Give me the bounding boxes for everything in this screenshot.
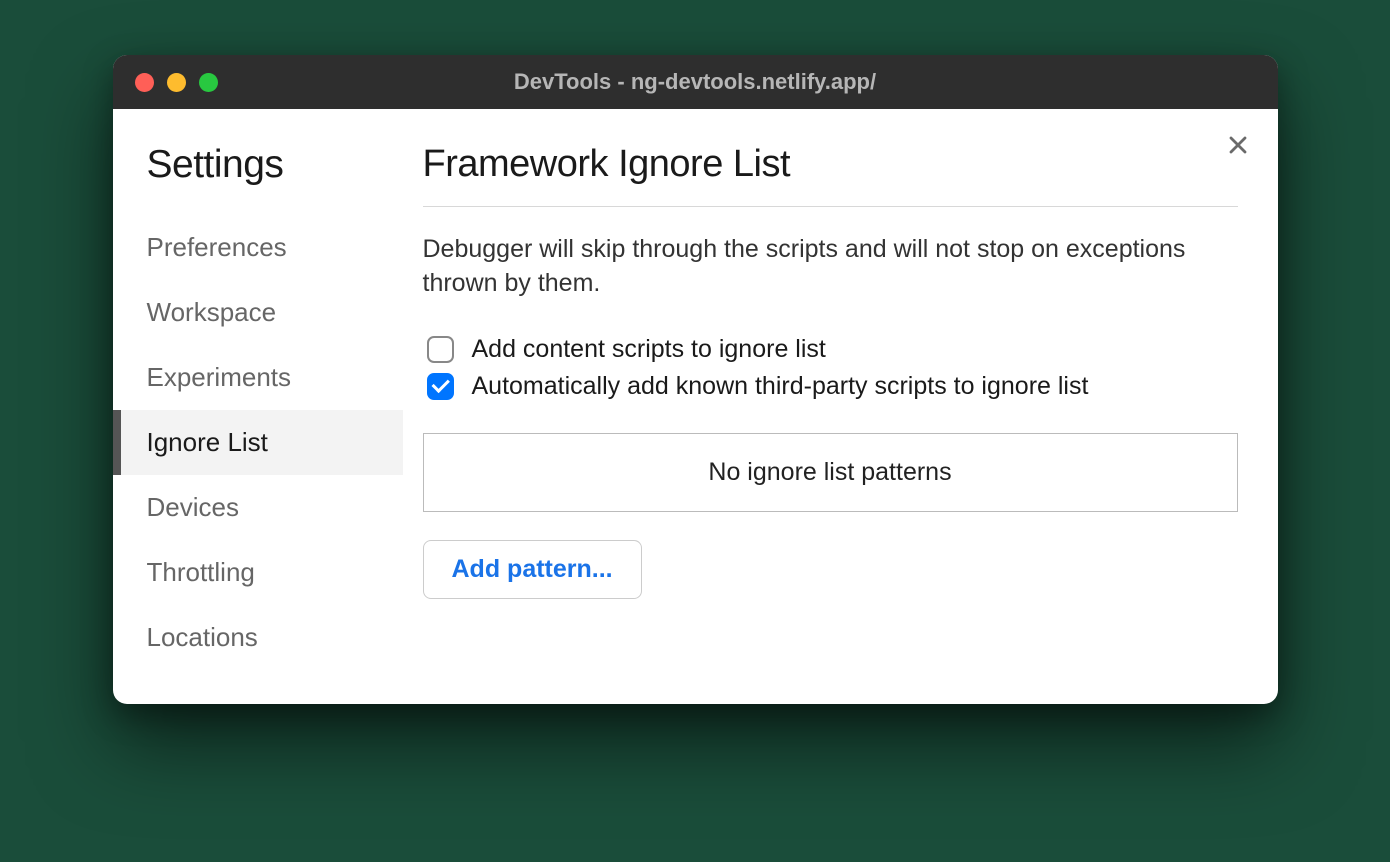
window-controls	[135, 73, 218, 92]
checkbox-label: Automatically add known third-party scri…	[472, 372, 1089, 401]
window-body: Settings Preferences Workspace Experimen…	[113, 109, 1278, 704]
devtools-settings-window: DevTools - ng-devtools.netlify.app/ Sett…	[113, 55, 1278, 704]
checkbox-third-party[interactable]	[427, 373, 454, 400]
sidebar-item-experiments[interactable]: Experiments	[113, 345, 403, 410]
window-title: DevTools - ng-devtools.netlify.app/	[514, 69, 876, 95]
checkbox-label: Add content scripts to ignore list	[472, 335, 826, 364]
checkbox-row-third-party[interactable]: Automatically add known third-party scri…	[423, 372, 1238, 401]
sidebar-item-label: Preferences	[147, 232, 287, 262]
main-panel: Framework Ignore List Debugger will skip…	[403, 109, 1278, 704]
sidebar-item-label: Experiments	[147, 362, 292, 392]
ignore-list-patterns-box: No ignore list patterns	[423, 433, 1238, 512]
sidebar-item-label: Locations	[147, 622, 258, 652]
minimize-window-button[interactable]	[167, 73, 186, 92]
sidebar-item-ignore-list[interactable]: Ignore List	[113, 410, 403, 475]
sidebar-item-label: Workspace	[147, 297, 277, 327]
page-description: Debugger will skip through the scripts a…	[423, 233, 1238, 301]
sidebar-item-preferences[interactable]: Preferences	[113, 215, 403, 280]
window-titlebar: DevTools - ng-devtools.netlify.app/	[113, 55, 1278, 109]
sidebar-title: Settings	[147, 143, 403, 187]
button-label: Add pattern...	[452, 555, 613, 583]
settings-sidebar: Settings Preferences Workspace Experimen…	[113, 109, 403, 704]
sidebar-item-throttling[interactable]: Throttling	[113, 540, 403, 605]
sidebar-item-label: Ignore List	[147, 427, 268, 457]
sidebar-item-devices[interactable]: Devices	[113, 475, 403, 540]
close-window-button[interactable]	[135, 73, 154, 92]
sidebar-item-workspace[interactable]: Workspace	[113, 280, 403, 345]
sidebar-item-locations[interactable]: Locations	[113, 605, 403, 670]
checkbox-row-content-scripts[interactable]: Add content scripts to ignore list	[423, 335, 1238, 364]
checkbox-content-scripts[interactable]	[427, 336, 454, 363]
sidebar-item-label: Throttling	[147, 557, 255, 587]
empty-state-text: No ignore list patterns	[708, 458, 951, 486]
maximize-window-button[interactable]	[199, 73, 218, 92]
sidebar-item-label: Devices	[147, 492, 239, 522]
close-icon[interactable]	[1226, 133, 1250, 163]
page-title: Framework Ignore List	[423, 143, 1238, 207]
add-pattern-button[interactable]: Add pattern...	[423, 540, 642, 599]
